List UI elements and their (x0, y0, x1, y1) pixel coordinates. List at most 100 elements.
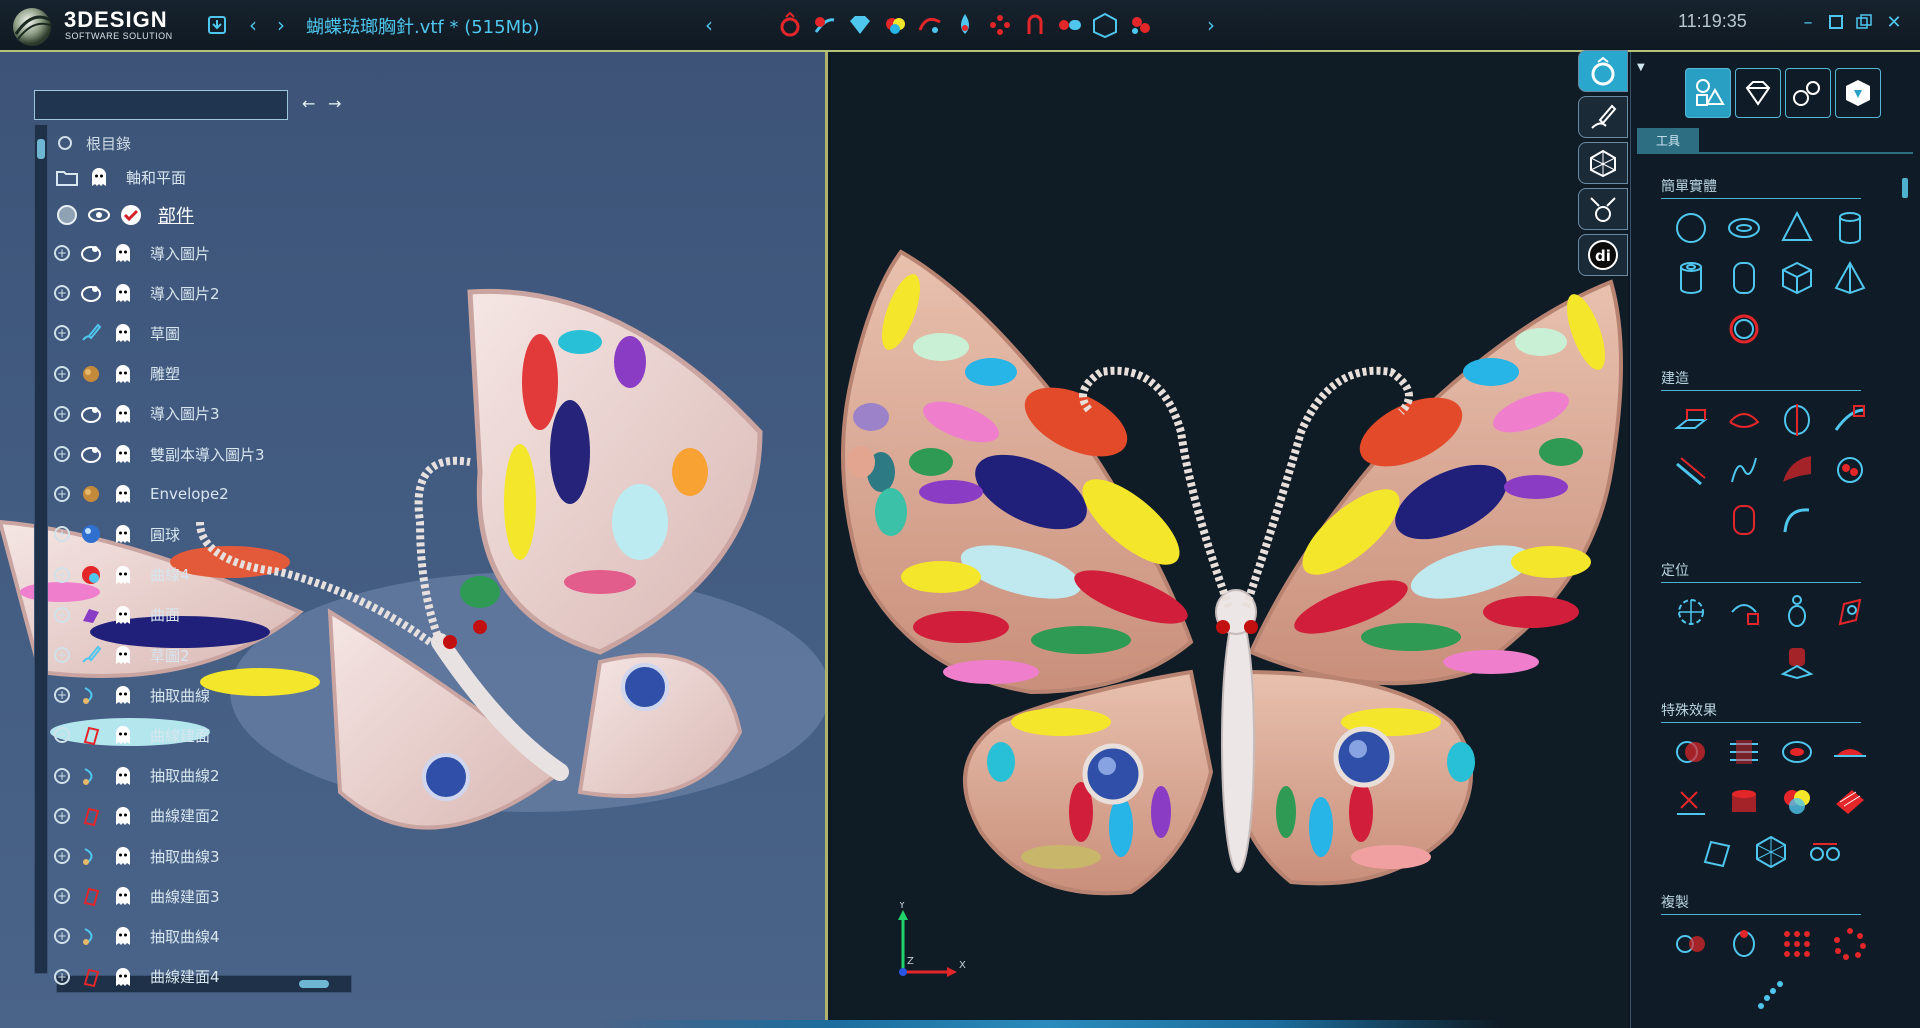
mirror-tool-icon[interactable] (1671, 924, 1711, 964)
tree-item[interactable]: + 雕塑 (54, 361, 180, 387)
tree-item[interactable]: + 抽取曲線2 (54, 763, 220, 789)
blob-tool-icon[interactable] (1830, 450, 1870, 490)
expand-icon[interactable]: + (54, 446, 70, 462)
expand-icon[interactable]: + (54, 687, 70, 704)
shell-tool-icon[interactable] (1777, 732, 1817, 772)
shank-icon[interactable] (810, 10, 840, 40)
visibility-ghost-icon[interactable] (112, 523, 134, 545)
tree-vertical-scrollbar[interactable] (34, 124, 48, 974)
boolean-tool-icon[interactable] (1671, 732, 1711, 772)
visibility-ghost-icon[interactable] (112, 805, 134, 827)
sweep-tool-icon[interactable] (1830, 400, 1870, 440)
save-icon[interactable] (204, 12, 230, 38)
curve-icon[interactable] (915, 10, 945, 40)
engrave-tool-icon[interactable] (1671, 782, 1711, 822)
copy-rotate-tool-icon[interactable] (1724, 924, 1764, 964)
tube-tool-icon[interactable] (1671, 258, 1711, 298)
tree-item[interactable]: + 雙副本導入圖片3 (54, 441, 265, 467)
cylinder-cut-tool-icon[interactable] (1724, 500, 1764, 540)
panel-tab-gems[interactable] (1735, 68, 1781, 118)
link-icon[interactable] (1055, 10, 1085, 40)
expand-icon[interactable]: + (54, 807, 70, 824)
tree-item[interactable]: + 圓球 (54, 521, 180, 547)
visibility-ghost-icon[interactable] (112, 765, 134, 787)
tree-item[interactable]: + Envelope2 (54, 481, 229, 507)
circular-array-tool-icon[interactable] (1830, 924, 1870, 964)
sketch-mode-button[interactable] (1578, 96, 1628, 138)
mesh-mode-button[interactable] (1578, 142, 1628, 184)
rotate-tool-icon[interactable] (1671, 592, 1711, 632)
cone-tool-icon[interactable] (1777, 208, 1817, 248)
visibility-ghost-icon[interactable] (112, 363, 134, 385)
tab-tools[interactable]: 工具 (1637, 128, 1699, 152)
extrude-tool-icon[interactable] (1671, 400, 1711, 440)
tree-item[interactable]: + 導入圖片 (54, 240, 210, 266)
tree-search-input[interactable] (34, 90, 288, 120)
tree-item[interactable]: + 曲線4 (54, 562, 190, 588)
color-icon[interactable] (880, 10, 910, 40)
expand-icon[interactable]: + (54, 526, 70, 543)
panel-scrollbar[interactable] (1899, 160, 1913, 1020)
forward-button[interactable]: › (268, 12, 294, 38)
visibility-ghost-icon[interactable] (112, 322, 134, 344)
tree-back-arrow[interactable]: ← (302, 94, 315, 113)
check-icon[interactable] (120, 204, 142, 226)
sphere-tool-icon[interactable] (1671, 208, 1711, 248)
cylinder-tool-icon[interactable] (1830, 208, 1870, 248)
tree-item[interactable]: + 曲線建面 (54, 722, 210, 748)
curve-array-tool-icon[interactable] (1751, 974, 1791, 1014)
visibility-ghost-icon[interactable] (112, 282, 134, 304)
tree-item[interactable]: + 曲線建面4 (54, 964, 220, 990)
revolve-tool-icon[interactable] (1777, 400, 1817, 440)
expand-icon[interactable]: + (54, 647, 70, 663)
perspective-viewport[interactable]: ← → 根目錄 軸和平面 部件 + 導入圖片 + 導入圖片2 + 草圖 + 雕塑… (0, 52, 828, 1028)
deform-tool-icon[interactable] (1697, 832, 1737, 872)
bend-tool-icon[interactable] (1777, 500, 1817, 540)
drop-on-tool-icon[interactable] (1777, 642, 1817, 682)
lattice-tool-icon[interactable] (1751, 832, 1791, 872)
expand-icon[interactable]: + (54, 325, 70, 342)
align-tool-icon[interactable] (1777, 592, 1817, 632)
ring-icon[interactable] (775, 10, 805, 40)
expand-icon[interactable]: + (54, 486, 70, 503)
visibility-ghost-icon[interactable] (112, 966, 134, 988)
ring-mode-button[interactable] (1578, 50, 1628, 92)
tree-forward-arrow[interactable]: → (328, 94, 341, 113)
visibility-ghost-icon[interactable] (112, 724, 134, 746)
tree-item[interactable]: + 曲線建面3 (54, 883, 220, 909)
expand-icon[interactable]: + (54, 767, 70, 784)
expand-icon[interactable]: + (54, 285, 70, 302)
pyramid-tool-icon[interactable] (1830, 258, 1870, 298)
visibility-ghost-icon[interactable] (112, 644, 134, 666)
tree-root[interactable]: 根目錄 (54, 130, 131, 156)
panel-tab-jewelry[interactable] (1785, 68, 1831, 118)
tree-item[interactable]: + 抽取曲線3 (54, 843, 220, 869)
di-mode-button[interactable]: di (1578, 234, 1628, 276)
move-tool-icon[interactable] (1724, 592, 1764, 632)
slice-tool-icon[interactable] (1724, 732, 1764, 772)
tree-axes-planes[interactable]: 軸和平面 (56, 164, 186, 190)
visibility-ghost-icon[interactable] (112, 403, 134, 425)
front-viewport[interactable]: Y X Z (831, 52, 1628, 1028)
place-tool-icon[interactable] (1830, 592, 1870, 632)
tree-parts[interactable]: 部件 (56, 202, 194, 228)
loft-tool-icon[interactable] (1724, 400, 1764, 440)
emboss-tool-icon[interactable] (1830, 732, 1870, 772)
expand-icon[interactable]: + (54, 606, 70, 623)
expand-icon[interactable]: + (54, 245, 70, 261)
panel-tab-primitives[interactable] (1685, 68, 1731, 118)
render-mode-button[interactable] (1578, 188, 1628, 230)
grid-array-tool-icon[interactable] (1777, 924, 1817, 964)
visibility-ghost-icon[interactable] (112, 564, 134, 586)
thicken-tool-icon[interactable] (1724, 782, 1764, 822)
visibility-ghost-icon[interactable] (112, 885, 134, 907)
expand-icon[interactable]: + (54, 848, 70, 864)
cube-icon[interactable] (1090, 10, 1120, 40)
minimize-button[interactable]: – (1796, 10, 1820, 34)
modes-scroll-left[interactable]: ‹ (696, 12, 722, 38)
cluster-icon[interactable] (1125, 10, 1155, 40)
ring-primitive-tool-icon[interactable] (1724, 308, 1764, 348)
bead-icon[interactable] (985, 10, 1015, 40)
expand-icon[interactable]: + (54, 888, 70, 905)
visibility-ghost-icon[interactable] (112, 845, 134, 867)
